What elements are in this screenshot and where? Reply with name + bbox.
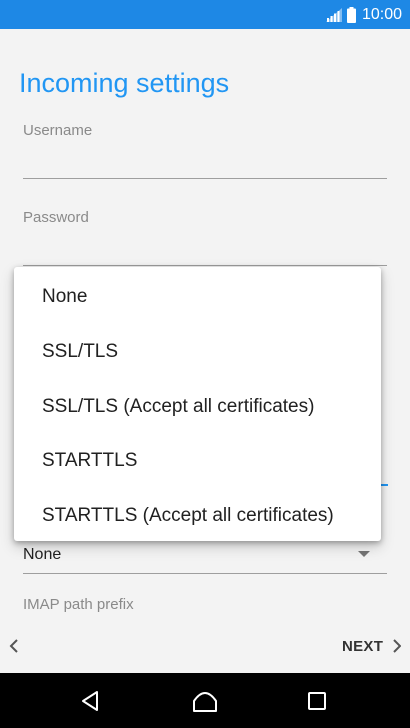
password-label: Password <box>23 209 89 226</box>
back-icon <box>77 687 105 715</box>
menu-option-ssl-tls[interactable]: SSL/TLS <box>14 324 381 379</box>
chevron-left-icon <box>4 633 26 659</box>
security-type-select[interactable]: None <box>23 545 61 565</box>
dropdown-caret-icon[interactable] <box>358 551 370 557</box>
menu-option-starttls[interactable]: STARTTLS <box>14 433 381 488</box>
signal-icon <box>325 8 342 22</box>
home-button[interactable] <box>191 687 219 715</box>
password-input[interactable] <box>23 265 387 266</box>
menu-option-none[interactable]: None <box>14 269 381 324</box>
next-label: NEXT <box>342 637 384 655</box>
previous-button[interactable] <box>4 633 26 659</box>
status-time: 10:00 <box>361 6 402 23</box>
recents-button[interactable] <box>303 687 331 715</box>
status-icons: 10:00 <box>325 5 402 25</box>
home-icon <box>191 687 219 715</box>
username-input[interactable] <box>23 178 387 179</box>
security-type-menu: None SSL/TLS SSL/TLS (Accept all certifi… <box>14 267 381 541</box>
status-bar: 10:00 <box>0 0 410 29</box>
next-button[interactable]: NEXT <box>336 633 406 659</box>
menu-option-label: None <box>42 286 88 307</box>
page-title: Incoming settings <box>19 68 230 98</box>
menu-option-starttls-accept-all[interactable]: STARTTLS (Accept all certificates) <box>14 488 381 543</box>
imap-path-prefix-label: IMAP path prefix <box>23 596 134 613</box>
battery-icon <box>346 7 356 23</box>
menu-option-ssl-tls-accept-all[interactable]: SSL/TLS (Accept all certificates) <box>14 379 381 434</box>
username-label: Username <box>23 122 93 139</box>
menu-option-label: STARTTLS <box>42 450 138 471</box>
menu-option-label: SSL/TLS <box>42 341 119 362</box>
menu-option-label: SSL/TLS (Accept all certificates) <box>42 396 315 417</box>
navigation-bar <box>0 673 410 728</box>
chevron-right-icon <box>383 633 402 659</box>
menu-option-label: STARTTLS (Accept all certificates) <box>42 505 334 526</box>
security-type-underline <box>23 573 387 574</box>
recents-icon <box>303 687 331 715</box>
back-button[interactable] <box>77 687 105 715</box>
